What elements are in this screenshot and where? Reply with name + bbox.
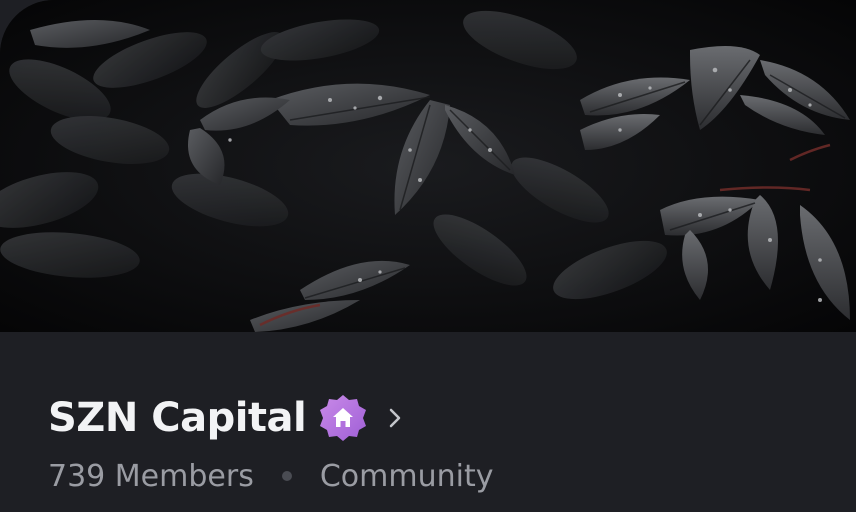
leaves-illustration: [0, 0, 856, 332]
community-server-badge-icon: [318, 393, 368, 443]
server-name: SZN Capital: [48, 395, 307, 441]
server-banner-image: [0, 0, 856, 332]
server-type: Community: [319, 458, 494, 494]
server-title-row[interactable]: SZN Capital: [48, 388, 406, 448]
server-meta-row: 739 Members Community: [48, 456, 493, 496]
member-count: 739 Members: [48, 458, 254, 494]
chevron-right-icon[interactable]: [384, 407, 406, 429]
server-profile-card: SZN Capital 739 Members Community: [0, 0, 856, 512]
separator-dot: [281, 471, 292, 481]
